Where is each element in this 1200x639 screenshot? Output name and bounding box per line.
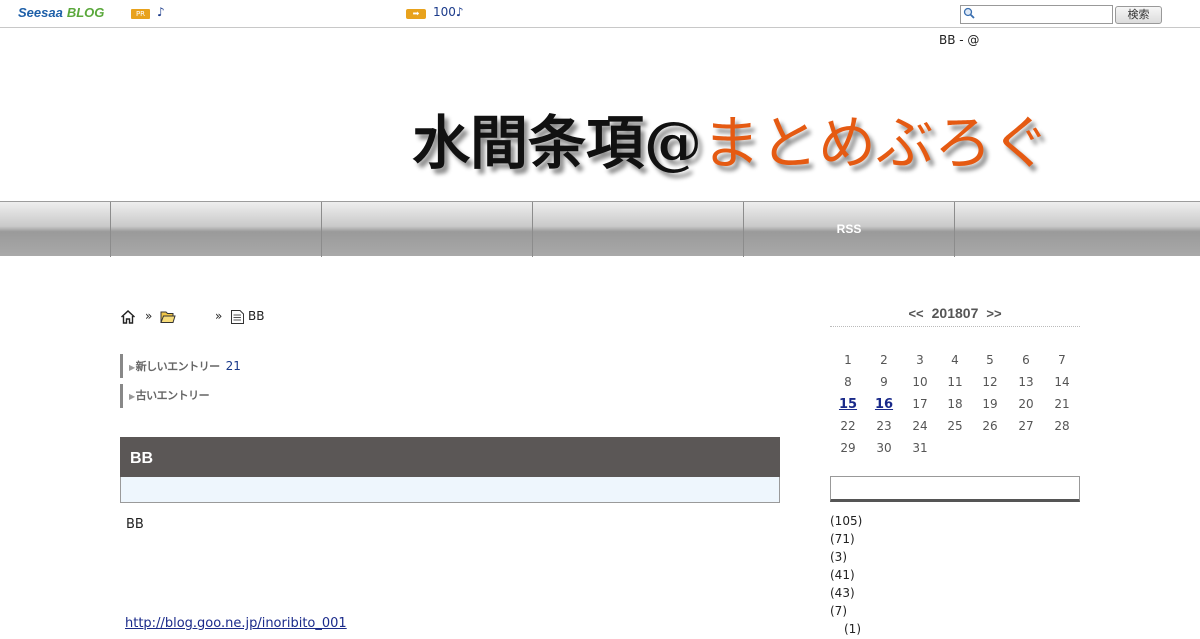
calendar-day: 13 [1018,375,1034,389]
search-button[interactable]: 検索 [1115,6,1162,24]
calendar-day: 22 [840,419,856,433]
sidebar-box-header [830,476,1080,502]
post-external-link[interactable]: http://blog.goo.ne.jp/inoribito_001 [125,616,347,631]
folder-icon[interactable] [160,310,176,324]
category-item[interactable]: (3) [830,549,862,567]
blog-title-kana: まとめぶろぐ [702,109,1051,177]
calendar-day: 11 [947,375,963,389]
calendar-day: 30 [876,441,892,455]
calendar-header: << 201807 >> [830,305,1080,327]
blog-title-kanji: 水間条項@ [412,109,703,177]
calendar-day: 7 [1058,353,1066,367]
category-list: (105) (71) (3) (41) (43) (7) (1) [830,513,862,639]
calendar-day: 29 [840,441,856,455]
calendar-day: 3 [916,353,924,367]
breadcrumb-current: BB [248,309,265,323]
calendar-prev-link[interactable]: << [908,306,923,321]
calendar-day: 25 [947,419,963,433]
arrow-right-icon: ➡ [406,9,426,19]
seesaa-blog-logo[interactable]: Seesaa BLOG [18,5,104,20]
document-icon [230,309,245,325]
category-item[interactable]: (71) [830,531,862,549]
calendar-day: 5 [986,353,994,367]
post-body: BB [126,517,144,532]
triangle-right-icon: ▶ [129,363,135,372]
older-entry-link[interactable]: ▶古いエントリー [120,384,320,408]
nav-item-rss[interactable]: RSS [743,202,954,257]
category-item[interactable]: (41) [830,567,862,585]
calendar-day: 9 [880,375,888,389]
calendar-day: 4 [951,353,959,367]
pr-link[interactable]: ♪ [157,5,165,19]
category-item[interactable]: (1) [830,621,862,639]
newer-entry-value[interactable]: 21 [226,359,241,373]
calendar-day: 24 [912,419,928,433]
post-meta-bar [120,477,780,503]
calendar-day: 26 [982,419,998,433]
category-item[interactable]: (7) [830,603,862,621]
calendar-day: 6 [1022,353,1030,367]
calendar-day: 19 [982,397,998,411]
calendar-next-link[interactable]: >> [986,306,1001,321]
nav-item-2[interactable] [321,202,532,257]
older-entry-label: 古いエントリー [135,389,210,402]
home-icon[interactable] [120,309,136,325]
triangle-right-icon: ▶ [129,392,135,401]
category-item[interactable]: (43) [830,585,862,603]
calendar-day: 31 [912,441,928,455]
nav-item-5[interactable] [954,202,1200,257]
calendar-day: 17 [912,397,928,411]
blog-tagline: BB - @ [939,33,980,47]
top-bar: Seesaa BLOG PR ♪ ➡ 100♪ 検索 [0,0,1200,28]
nav-item-1[interactable] [110,202,321,257]
promo-link[interactable]: 100♪ [433,5,464,19]
logo-seesaa-text: Seesaa [18,5,63,20]
breadcrumb-separator: » [145,309,153,323]
calendar-day: 14 [1054,375,1070,389]
logo-blog-text: BLOG [66,5,105,20]
calendar-day: 18 [947,397,963,411]
calendar-day: 23 [876,419,892,433]
calendar-day-link[interactable]: 16 [866,397,902,412]
blog-title[interactable]: 水間条項@まとめぶろぐ [412,96,1050,180]
global-nav: RSS [0,201,1200,257]
breadcrumb-separator: » [215,309,223,323]
calendar-day: 2 [880,353,888,367]
calendar-day: 10 [912,375,928,389]
calendar-month: 201807 [931,305,979,321]
calendar-day: 8 [844,375,852,389]
calendar-day: 1 [844,353,852,367]
calendar-day: 12 [982,375,998,389]
search-icon [963,7,975,22]
calendar-day: 28 [1054,419,1070,433]
search-input[interactable] [960,5,1113,24]
calendar-day-link[interactable]: 15 [830,397,866,412]
category-item[interactable]: (105) [830,513,862,531]
calendar-day: 20 [1018,397,1034,411]
calendar-day: 27 [1018,419,1034,433]
newer-entry-label: 新しいエントリー [135,360,221,373]
calendar-day: 21 [1054,397,1070,411]
pr-badge: PR [131,9,150,19]
nav-item-3[interactable] [532,202,743,257]
newer-entry-link[interactable]: ▶新しいエントリー 21 [120,354,320,378]
post-title[interactable]: BB [120,437,780,477]
